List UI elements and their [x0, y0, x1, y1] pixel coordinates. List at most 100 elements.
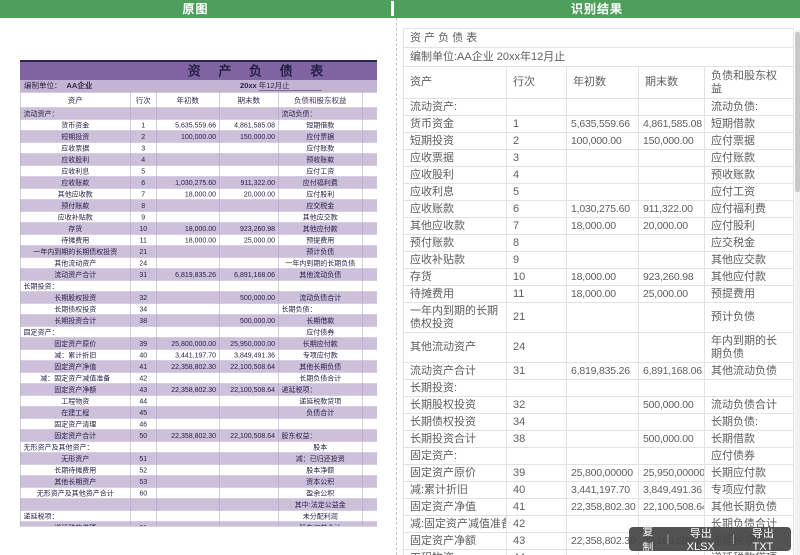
source-row: 长期投资： — [20, 280, 377, 292]
result-row: 其他流动资产 24 年内到期的长期负债 — [403, 332, 794, 363]
source-cell: 11 — [130, 234, 157, 246]
source-cell: 51 — [130, 452, 157, 465]
result-cell: 其他长期负债 — [704, 498, 794, 516]
source-cell — [219, 107, 279, 120]
copy-button[interactable]: 复制 — [629, 523, 667, 555]
source-cell: 预付账款 — [20, 199, 131, 212]
source-row: 预付账款 8 应交税金 — [20, 199, 377, 212]
source-cell: 45 — [130, 406, 157, 419]
source-cell: 长期借款 — [278, 314, 363, 327]
source-cell — [219, 510, 279, 522]
source-row: 流动资产： 流动负债： — [20, 107, 377, 120]
source-cell: 4,861,585.08 — [219, 119, 279, 131]
source-cell — [362, 257, 377, 269]
result-cell: 6,819,835.26 — [566, 362, 639, 380]
prepared-label: 编制单位： — [24, 81, 62, 91]
source-cell — [219, 280, 279, 292]
source-cell: 长期待摊费用 — [20, 464, 131, 476]
source-row: 递延税款借项61 股东权益合计 — [20, 521, 377, 526]
result-cell: 流动资产: — [403, 98, 507, 116]
source-cell — [362, 464, 377, 476]
source-cell: 在建工程 — [20, 406, 131, 419]
source-cell — [219, 521, 279, 526]
result-cell: 流动资产合计 — [403, 362, 507, 380]
source-cell: 流动负债： — [278, 107, 363, 120]
source-row: 应收账款 6 1,030,275.60 911,322.00 应付福利费 — [20, 176, 377, 189]
result-cell: 其他应收款 — [403, 217, 507, 235]
source-cell: 其他应收款 — [20, 188, 131, 200]
source-row: 应收利息 5 应付工资 — [20, 165, 377, 177]
result-cell: 923,260.98 — [638, 268, 705, 286]
result-cell: 减:固定资产减值准备 — [403, 515, 507, 533]
result-cell: 7 — [506, 217, 567, 235]
export-txt-button[interactable]: 导出TXT — [735, 525, 791, 553]
source-row: 无形资产及其他资产： 股本 — [20, 441, 377, 453]
export-xlsx-button[interactable]: 导出XLSX — [669, 525, 732, 553]
source-cell — [362, 326, 377, 338]
source-cell: 22,358,802.30 — [156, 429, 220, 442]
result-cell — [638, 251, 705, 269]
source-cell: 应付福利费 — [278, 176, 363, 189]
source-cell: 无形资产及其他资产合计 — [20, 487, 131, 499]
source-cell: 其他长期负债 — [278, 360, 363, 373]
source-cell: 应付工资 — [278, 165, 363, 177]
result-cell: 24 — [506, 332, 567, 363]
result-cell: 固定资产净额 — [403, 532, 507, 550]
source-cell — [362, 510, 377, 522]
result-cell: 流动负债: — [704, 98, 794, 116]
source-cell: 10 — [130, 222, 157, 235]
source-row: 长期投资合计 38 500,000.00 长期借款 — [20, 314, 377, 327]
source-clipped-column — [362, 92, 377, 108]
source-cell: 固定资产净值 — [20, 360, 131, 373]
result-cell — [566, 515, 639, 533]
result-row: 固定资产净值 41 22,358,802.30 22,100,508.64 其他长期负债 — [403, 498, 794, 516]
result-cell — [566, 549, 639, 555]
result-cell: 长期股权投资 — [403, 396, 507, 414]
source-row: 无形资产 51 减：已归还投资 — [20, 452, 377, 465]
source-cell: 3 — [130, 142, 157, 154]
source-cell: 盈余公积 — [278, 487, 363, 499]
scrollbar-track[interactable] — [795, 30, 800, 555]
recognition-result-panel: 资 产 负 债 表 编制单位:AA企业 20xx年12月止 资产 行次 年初数 期末数… — [397, 18, 800, 555]
source-cell: 股东权益： — [278, 429, 363, 442]
source-column-header: 年初数 — [156, 92, 220, 108]
result-cell — [506, 379, 567, 397]
source-cell: 46 — [130, 418, 157, 430]
source-row: 存货 10 18,000.00 923,260.98 其他应付款 — [20, 222, 377, 235]
source-cell — [219, 257, 279, 269]
result-cell: 32 — [506, 396, 567, 414]
result-cell: 39 — [506, 464, 567, 482]
source-cell: 22,100,508.64 — [219, 429, 279, 442]
scrollbar-thumb[interactable] — [795, 32, 800, 192]
sheet-subtitle-row: 编制单位： AA企业 20xx 年12月止 — [20, 80, 377, 92]
source-cell — [156, 452, 220, 465]
result-cell — [638, 234, 705, 252]
result-subtitle: 编制单位:AA企业 20xx年12月止 — [403, 47, 794, 67]
source-cell — [156, 280, 220, 292]
source-cell — [362, 165, 377, 177]
source-cell — [219, 395, 279, 407]
source-cell: 长期应付款 — [278, 337, 363, 350]
source-row: 固定资产净值 41 22,358,802.30 22,100,508.64 其他长期负债 — [20, 360, 377, 373]
source-cell: 其他流动资产 — [20, 257, 131, 269]
result-cell: 应交税金 — [704, 234, 794, 252]
source-cell: 流动资产合计 — [20, 268, 131, 281]
source-cell — [156, 303, 220, 315]
result-row: 流动资产: 流动负债: — [403, 98, 794, 116]
source-cell: 5,635,559.66 — [156, 119, 220, 131]
source-cell: 100,000.00 — [156, 130, 220, 143]
result-cell: 10 — [506, 268, 567, 286]
source-cell: 股本 — [278, 441, 363, 453]
source-cell — [219, 464, 279, 476]
result-cell: 3 — [506, 149, 567, 167]
result-table: 资 产 负 债 表 编制单位:AA企业 20xx年12月止 资产 行次 年初数 期末数… — [403, 28, 794, 555]
source-cell: 长期负债： — [278, 303, 363, 315]
source-image-panel: 资 产 负 债 表 编制单位： AA企业 20xx 年12月止 资产 行次 年初数 期末… — [0, 18, 396, 555]
source-cell: 42 — [130, 372, 157, 384]
result-cell: 年内到期的长期负债 — [704, 332, 794, 363]
result-cell — [566, 166, 639, 184]
result-cell: 应付工资 — [704, 183, 794, 201]
source-cell: 短期借款 — [278, 119, 363, 131]
source-column-header: 资产 — [20, 92, 131, 108]
result-row: 货币资金 1 5,635,559.66 4,861,585.08 短期借款 — [403, 115, 794, 133]
